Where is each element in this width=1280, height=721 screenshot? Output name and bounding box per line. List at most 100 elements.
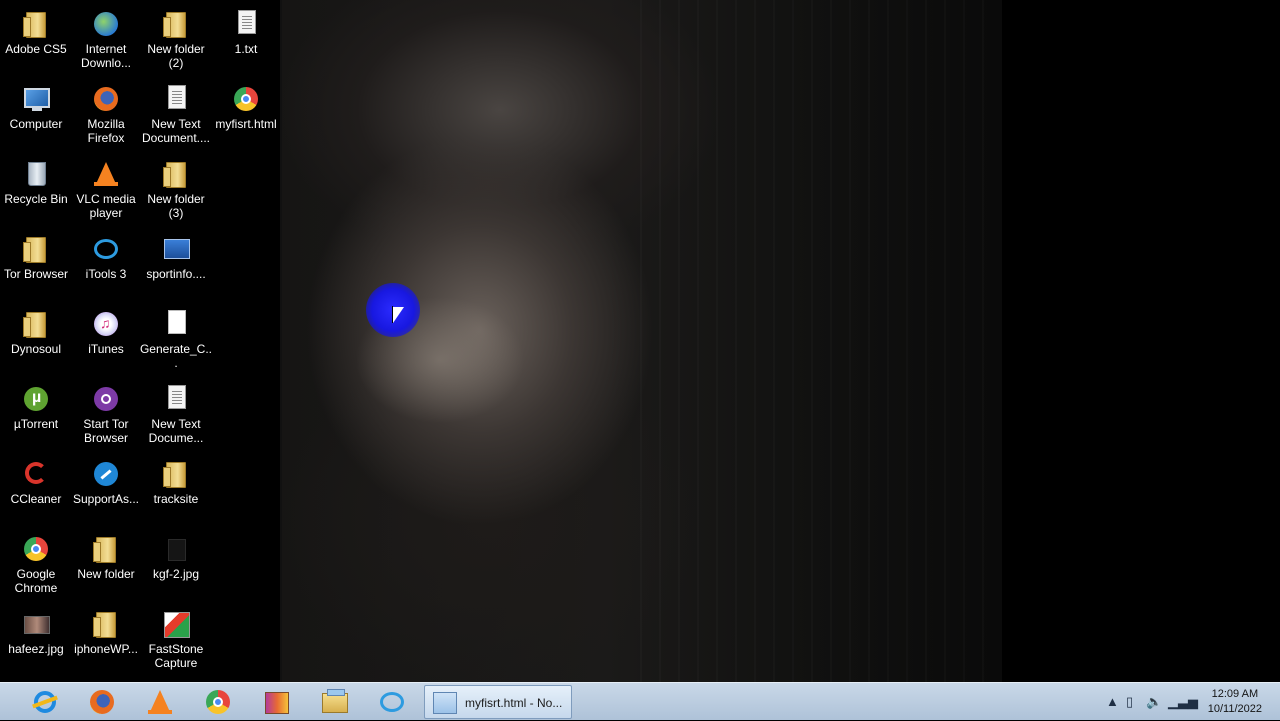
internet-explorer-icon (32, 689, 58, 715)
desktop-icon-sportinfo[interactable]: sportinfo.... (139, 227, 213, 281)
desktop-icon-label: iphoneWP... (74, 642, 138, 656)
desktop-icon-computer[interactable]: Computer (0, 77, 73, 131)
desktop-icon-new-text-document[interactable]: New Text Document.... (139, 77, 213, 145)
desktop-icon-internet-download-manager[interactable]: Internet Downlo... (69, 2, 143, 70)
desktop-icon-itools-3[interactable]: iTools 3 (69, 227, 143, 281)
taskbar-window-title: myfisrt.html - No... (465, 696, 563, 710)
taskbar-vlc[interactable] (132, 685, 186, 719)
desktop-icon-tracksite[interactable]: tracksite (139, 452, 213, 506)
firefox-icon (90, 83, 122, 115)
desktop-icon-google-chrome[interactable]: Google Chrome (0, 527, 73, 595)
folder-icon (20, 308, 52, 340)
desktop-icon-new-folder[interactable]: New folder (69, 527, 143, 581)
taskbar-file-explorer[interactable] (306, 685, 360, 719)
ccleaner-icon (20, 458, 52, 490)
faststone-capture-icon (160, 608, 192, 640)
desktop-icon-hafeez-jpg[interactable]: hafeez.jpg (0, 602, 73, 656)
blank-file-icon (160, 308, 192, 340)
desktop-icon-iphonewp[interactable]: iphoneWP... (69, 602, 143, 656)
desktop-icon-recycle-bin[interactable]: Recycle Bin (0, 152, 73, 206)
folder-icon (90, 608, 122, 640)
desktop-icon-dynosoul[interactable]: Dynosoul (0, 302, 73, 356)
image-thumbnail-icon (20, 608, 52, 640)
taskbar-active-notepad-window[interactable]: myfisrt.html - No... (424, 685, 572, 719)
desktop-icon-adobe-cs5[interactable]: Adobe CS5 (0, 2, 73, 56)
desktop-icon-myfisrt-html[interactable]: myfisrt.html (209, 77, 283, 131)
desktop-icon-kgf-2-jpg[interactable]: kgf-2.jpg (139, 527, 213, 581)
desktop-icon-vlc-media-player[interactable]: VLC media player (69, 152, 143, 220)
taskbar-itools[interactable] (364, 685, 418, 719)
desktop-icon-label: tracksite (153, 492, 199, 506)
taskbar-internet-explorer[interactable] (17, 685, 71, 719)
desktop-icon-new-text-document-2[interactable]: New Text Docume... (139, 377, 213, 445)
tor-icon (90, 383, 122, 415)
text-file-icon (160, 383, 192, 415)
sportinfo-icon (160, 233, 192, 265)
itunes-icon (90, 308, 122, 340)
wallpaper-streaks (640, 0, 1000, 682)
desktop-icon-label: Google Chrome (14, 567, 58, 595)
desktop-icon-label: FastStone Capture (148, 642, 204, 670)
network-signal-icon[interactable]: ▁▃▅ (1168, 694, 1198, 710)
desktop-icon-label: New Text Document.... (141, 117, 211, 145)
folder-icon (20, 8, 52, 40)
image-file-icon (160, 533, 192, 565)
desktop-icon-label: New Text Docume... (148, 417, 204, 445)
internet-download-manager-icon (90, 8, 122, 40)
desktop-icon-generate-c[interactable]: Generate_C... (139, 302, 213, 370)
chrome-icon (205, 689, 231, 715)
desktop-icon-mozilla-firefox[interactable]: Mozilla Firefox (69, 77, 143, 145)
clock-date: 10/11/2022 (1207, 703, 1262, 715)
desktop-icon-new-folder-3[interactable]: New folder (3) (139, 152, 213, 220)
text-file-icon (160, 83, 192, 115)
vlc-icon (147, 689, 173, 715)
itools-icon (379, 689, 405, 715)
desktop-icon-label: Generate_C... (139, 342, 213, 370)
desktop-icon-label: kgf-2.jpg (152, 567, 200, 581)
desktop-icon-1-txt[interactable]: 1.txt (209, 2, 283, 56)
desktop-icon-label: New folder (77, 567, 135, 581)
chrome-icon (20, 533, 52, 565)
mouse-cursor-icon (392, 306, 404, 323)
desktop-icon-label: Adobe CS5 (5, 42, 67, 56)
desktop-icon-label: New folder (2) (147, 42, 205, 70)
desktop-icon-label: Internet Downlo... (80, 42, 132, 70)
desktop-icon-label: Recycle Bin (4, 192, 68, 206)
taskbar-clock[interactable]: 12:09 AM 10/11/2022 (1208, 687, 1262, 717)
desktop-icon-label: myfisrt.html (215, 117, 277, 131)
taskbar-chrome[interactable] (190, 685, 244, 719)
desktop-icon-new-folder-2[interactable]: New folder (2) (139, 2, 213, 70)
desktop-icon-label: Start Tor Browser (83, 417, 129, 445)
taskbar-firefox[interactable] (74, 685, 128, 719)
show-hidden-icons-arrow-icon[interactable]: ▲ (1106, 694, 1119, 709)
itools-icon (90, 233, 122, 265)
vlc-icon (90, 158, 122, 190)
clock-time: 12:09 AM (1211, 688, 1259, 700)
recycle-bin-icon (20, 158, 52, 190)
desktop-icon-label: CCleaner (10, 492, 62, 506)
desktop-icon-utorrent[interactable]: µTorrent (0, 377, 73, 431)
desktop-icon-label: µTorrent (13, 417, 59, 431)
folder-icon (90, 533, 122, 565)
utorrent-icon (20, 383, 52, 415)
folder-icon (160, 158, 192, 190)
desktop-icon-tor-browser[interactable]: Tor Browser (0, 227, 73, 281)
system-tray: ▲ ▯ 🔈 ▁▃▅ 12:09 AM 10/11/2022 (1100, 683, 1280, 721)
desktop-icon-supportassist[interactable]: SupportAs... (69, 452, 143, 506)
chrome-icon (230, 83, 262, 115)
desktop-icon-label: SupportAs... (72, 492, 140, 506)
desktop-icon-ccleaner[interactable]: CCleaner (0, 452, 73, 506)
desktop-icon-label: iTunes (88, 342, 124, 356)
desktop-icon-label: VLC media player (76, 192, 136, 220)
desktop-icon-itunes[interactable]: iTunes (69, 302, 143, 356)
desktop-icon-start-tor-browser[interactable]: Start Tor Browser (69, 377, 143, 445)
computer-icon (20, 83, 52, 115)
file-explorer-icon (321, 689, 348, 715)
desktop-icon-label: Tor Browser (3, 267, 68, 281)
taskbar-winrar[interactable] (248, 685, 302, 719)
supportassist-icon (90, 458, 122, 490)
desktop-icon-faststone-capture[interactable]: FastStone Capture (139, 602, 213, 670)
volume-icon[interactable]: 🔈 (1146, 694, 1162, 710)
action-center-flag-icon[interactable]: ▯ (1126, 694, 1133, 710)
desktop-icon-label: sportinfo.... (146, 267, 206, 281)
